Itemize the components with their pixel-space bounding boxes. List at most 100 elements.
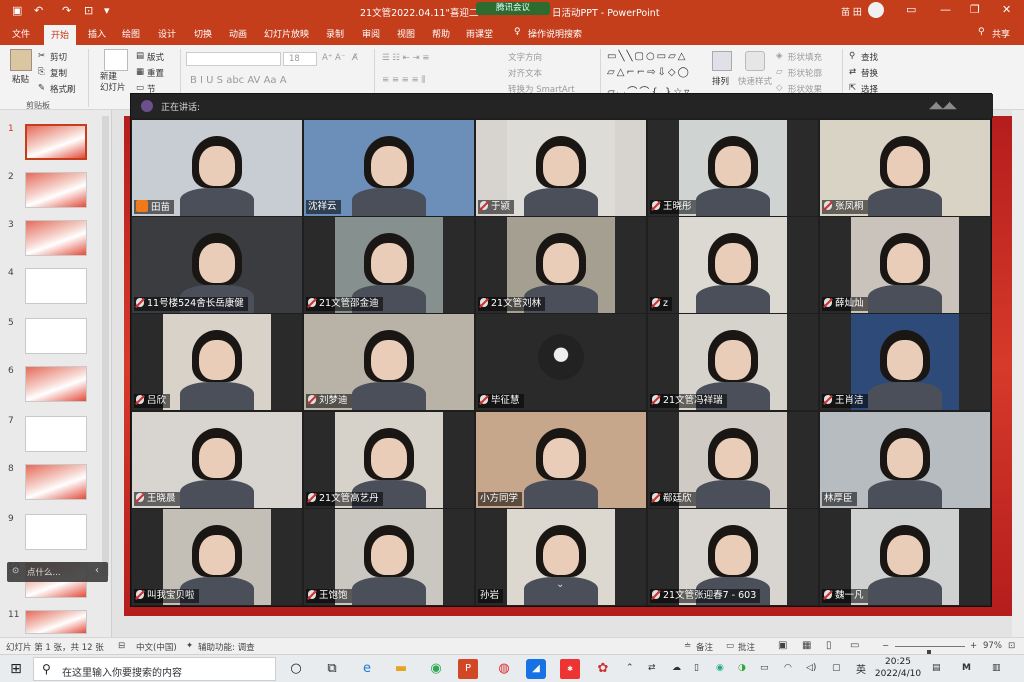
new-slide-icon[interactable] <box>104 49 128 71</box>
video-tile[interactable]: 郗廷欣 <box>648 412 818 508</box>
new-slide-button[interactable]: 新建 幻灯片 <box>100 72 126 94</box>
wechat-icon[interactable]: ◉ <box>716 663 724 673</box>
file-explorer-icon[interactable]: ▬ <box>391 659 411 679</box>
slide-thumbnail-11[interactable] <box>25 610 87 634</box>
windows-start-icon[interactable]: ⊞ <box>6 659 26 679</box>
app-icon[interactable]: ✱ <box>560 659 580 679</box>
video-tile[interactable]: 王晓晨 <box>132 412 302 508</box>
taskbar-search[interactable]: ⚲ 在这里输入你要搜索的内容 <box>33 657 276 681</box>
tab-view[interactable]: 视图 <box>397 27 415 40</box>
video-tile[interactable]: 21文管张迎春7 - 603 <box>648 509 818 605</box>
ribbon-display-icon[interactable]: ▭ <box>906 3 916 16</box>
layout-button[interactable]: 版式 <box>147 51 164 63</box>
video-tile[interactable]: 吕欣 <box>132 314 302 410</box>
accessibility-status[interactable]: 辅助功能: 调查 <box>198 641 255 653</box>
cut-button[interactable]: 剪切 <box>50 51 67 63</box>
phone-icon[interactable]: ▯ <box>694 663 699 673</box>
shapes-gallery-row2[interactable]: ▱△⌐⌐⇨⇩◇◯ <box>607 67 691 78</box>
paste-icon[interactable] <box>10 49 32 71</box>
clear-format-icon[interactable]: A̸ <box>352 53 358 63</box>
slide-thumbnail-5[interactable] <box>25 318 87 354</box>
slide-thumbnail-7[interactable] <box>25 416 87 452</box>
volume-icon[interactable]: ◁) <box>806 663 816 673</box>
close-icon[interactable]: ✕ <box>1002 3 1011 16</box>
video-tile[interactable]: 毕征慧 <box>476 314 646 410</box>
video-tile[interactable]: 王晓彤 <box>648 120 818 216</box>
browser-icon[interactable]: ◉ <box>426 659 446 679</box>
reset-button[interactable]: 重置 <box>147 67 164 79</box>
editor-scrollbar[interactable] <box>1012 110 1024 637</box>
notes-button[interactable]: 备注 <box>696 641 713 653</box>
security-icon[interactable]: ◑ <box>738 663 746 673</box>
arrange-icon[interactable] <box>712 51 732 71</box>
zoom-level[interactable]: 97% <box>983 641 1002 651</box>
netease-icon[interactable]: ◍ <box>494 659 514 679</box>
tencent-meeting-icon[interactable]: ◢ <box>526 659 546 679</box>
video-tile[interactable]: 11号楼524舍长岳康健 <box>132 217 302 313</box>
video-tile[interactable]: 魏一凡 <box>820 509 990 605</box>
chevron-left-icon[interactable]: ‹ <box>95 565 99 576</box>
sync-icon[interactable]: ⇄ <box>648 663 656 673</box>
video-tile[interactable]: 21文管高艺丹 <box>304 412 474 508</box>
video-tile[interactable]: z <box>648 217 818 313</box>
avatar[interactable] <box>868 2 884 18</box>
redo-icon[interactable]: ↷ <box>62 4 71 17</box>
slide-thumbnail-2[interactable] <box>25 172 87 208</box>
tray-chevron-icon[interactable]: ⌃ <box>626 663 634 673</box>
format-painter-button[interactable]: 格式刷 <box>50 83 76 95</box>
align-icons[interactable]: ≡ ≡ ≡ ≡ ⫼ <box>382 75 425 85</box>
app-tray-icon-2[interactable]: ▥ <box>992 663 1001 673</box>
zoom-slider[interactable] <box>895 646 965 659</box>
video-tile[interactable]: 张凤桐 <box>820 120 990 216</box>
tab-help[interactable]: 帮助 <box>432 27 450 40</box>
font-style-icons[interactable]: B I U S abc AV Aa A <box>190 75 287 86</box>
spellcheck-icon[interactable]: ⊟ <box>118 641 125 651</box>
tab-animations[interactable]: 动画 <box>229 27 247 40</box>
replace-button[interactable]: 替换 <box>861 67 878 79</box>
slideshow-view-icon[interactable]: ▭ <box>850 640 859 651</box>
comments-button[interactable]: 批注 <box>738 641 755 653</box>
paste-button[interactable]: 粘贴 <box>12 73 29 85</box>
tab-home[interactable]: 开始 <box>44 25 77 45</box>
copy-button[interactable]: 复制 <box>50 67 67 79</box>
video-tile[interactable]: 21文管刘林 <box>476 217 646 313</box>
tab-slideshow[interactable]: 幻灯片放映 <box>264 27 309 40</box>
video-tile[interactable]: ⌄ 孙岩 <box>476 509 646 605</box>
tab-insert[interactable]: 插入 <box>88 27 106 40</box>
video-tile[interactable]: 21文管冯祥瑞 <box>648 314 818 410</box>
ime-indicator[interactable]: 英 <box>856 661 866 676</box>
video-tile[interactable]: 王饱饱 <box>304 509 474 605</box>
video-tile[interactable]: 林厚臣 <box>820 412 990 508</box>
video-tile[interactable]: ⌃ 于颍 <box>476 120 646 216</box>
share-button[interactable]: 共享 <box>992 27 1010 40</box>
task-view-icon[interactable]: ○ <box>286 659 306 679</box>
app-tray-icon[interactable]: M <box>962 663 971 673</box>
video-tile[interactable]: 王肖洁 <box>820 314 990 410</box>
meeting-indicator[interactable]: 腾讯会议 <box>476 2 550 15</box>
sorter-view-icon[interactable]: ▦ <box>802 640 811 651</box>
slide-thumbnail-4[interactable] <box>25 268 87 304</box>
tab-rain-classroom[interactable]: 雨课堂 <box>466 27 493 40</box>
minimize-icon[interactable]: — <box>940 3 951 16</box>
zoom-in-icon[interactable]: + <box>970 641 977 651</box>
align-text-button[interactable]: 对齐文本 <box>508 67 542 79</box>
shapes-gallery[interactable]: ▭╲╲▢○▭▱△ <box>607 51 688 62</box>
quick-styles-icon[interactable] <box>745 51 765 71</box>
thumbnail-scrollbar[interactable] <box>102 116 109 576</box>
normal-view-icon[interactable]: ▣ <box>778 640 787 651</box>
scroll-down-icon[interactable]: ⌄ <box>556 579 564 590</box>
powerpoint-icon[interactable]: P <box>458 659 478 679</box>
tab-file[interactable]: 文件 <box>12 27 30 40</box>
battery-icon[interactable]: ▭ <box>760 663 769 673</box>
arrange-button[interactable]: 排列 <box>712 75 729 87</box>
reading-view-icon[interactable]: ▯ <box>826 640 832 651</box>
language-indicator[interactable]: 中文(中国) <box>136 641 177 653</box>
slide-thumbnail-8[interactable] <box>25 464 87 500</box>
grow-font-icon[interactable]: A⁺ A⁻ <box>322 53 345 63</box>
video-tile[interactable]: 田苗 <box>132 120 302 216</box>
maximize-icon[interactable]: ❐ <box>970 3 980 16</box>
notification-icon[interactable]: ▤ <box>932 663 941 673</box>
find-button[interactable]: 查找 <box>861 51 878 63</box>
tab-review[interactable]: 审阅 <box>362 27 380 40</box>
video-tile[interactable]: 叫我宝贝啦 <box>132 509 302 605</box>
